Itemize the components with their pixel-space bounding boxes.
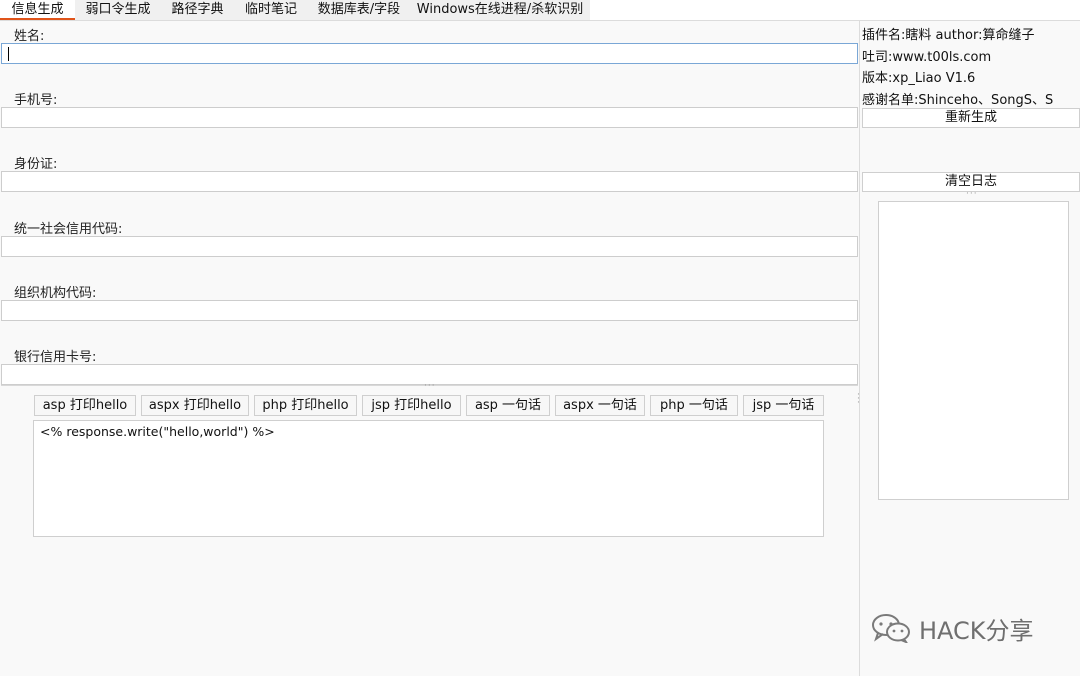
org-code-input[interactable] (1, 300, 858, 321)
watermark-text: HACK分享 (919, 616, 1034, 645)
vertical-splitter-grip-icon[interactable]: · · · (857, 391, 861, 408)
tab-temp-notes[interactable]: 临时笔记 (234, 0, 308, 20)
jsp-hello-button[interactable]: jsp 打印hello (362, 395, 461, 416)
php-hello-button[interactable]: php 打印hello (254, 395, 357, 416)
tab-bar: 信息生成 弱口令生成 路径字典 临时笔记 数据库表/字段 Windows在线进程… (0, 0, 1080, 21)
org-code-label: 组织机构代码: (14, 286, 97, 301)
text-caret (8, 47, 9, 61)
php-shell-button[interactable]: php 一句话 (650, 395, 738, 416)
phone-input[interactable] (1, 107, 858, 128)
id-label: 身份证: (14, 157, 58, 172)
name-label: 姓名: (14, 29, 45, 44)
tab-weak-password[interactable]: 弱口令生成 (75, 0, 161, 20)
watermark: HACK分享 (871, 612, 1034, 645)
jsp-shell-button[interactable]: jsp 一句话 (743, 395, 824, 416)
credit-code-label: 统一社会信用代码: (14, 222, 123, 237)
tab-info-generate[interactable]: 信息生成 (0, 0, 75, 20)
version-info: 版本:xp_Liao V1.6 (862, 71, 976, 86)
forum-info: 吐司:www.t00ls.com (862, 50, 992, 65)
tab-db-tables[interactable]: 数据库表/字段 (308, 0, 410, 20)
log-splitter-grip-icon[interactable]: ··· (966, 189, 978, 199)
tab-windows-process[interactable]: Windows在线进程/杀软识别 (410, 0, 590, 20)
asp-shell-button[interactable]: asp 一句话 (466, 395, 550, 416)
name-input[interactable] (1, 43, 858, 64)
aspx-hello-button[interactable]: aspx 打印hello (141, 395, 249, 416)
wechat-icon (872, 614, 910, 643)
tab-path-dictionary[interactable]: 路径字典 (161, 0, 234, 20)
aspx-shell-button[interactable]: aspx 一句话 (555, 395, 645, 416)
vertical-splitter[interactable] (859, 21, 860, 676)
credit-code-input[interactable] (1, 236, 858, 257)
regenerate-button[interactable]: 重新生成 (862, 108, 1080, 128)
phone-label: 手机号: (14, 93, 58, 108)
thanks-info: 感谢名单:Shinceho、SongS、S (862, 93, 1054, 108)
asp-hello-button[interactable]: asp 打印hello (34, 395, 136, 416)
log-panel[interactable] (878, 201, 1069, 500)
tab-bar-empty-area (590, 0, 1080, 20)
code-output-textarea[interactable]: <% response.write("hello,world") %> (33, 420, 824, 537)
plugin-info: 插件名:瞎料 author:算命缝子 (862, 28, 1035, 43)
bank-card-label: 银行信用卡号: (14, 350, 97, 365)
id-input[interactable] (1, 171, 858, 192)
splitter-grip-icon[interactable]: ··· (424, 381, 436, 391)
